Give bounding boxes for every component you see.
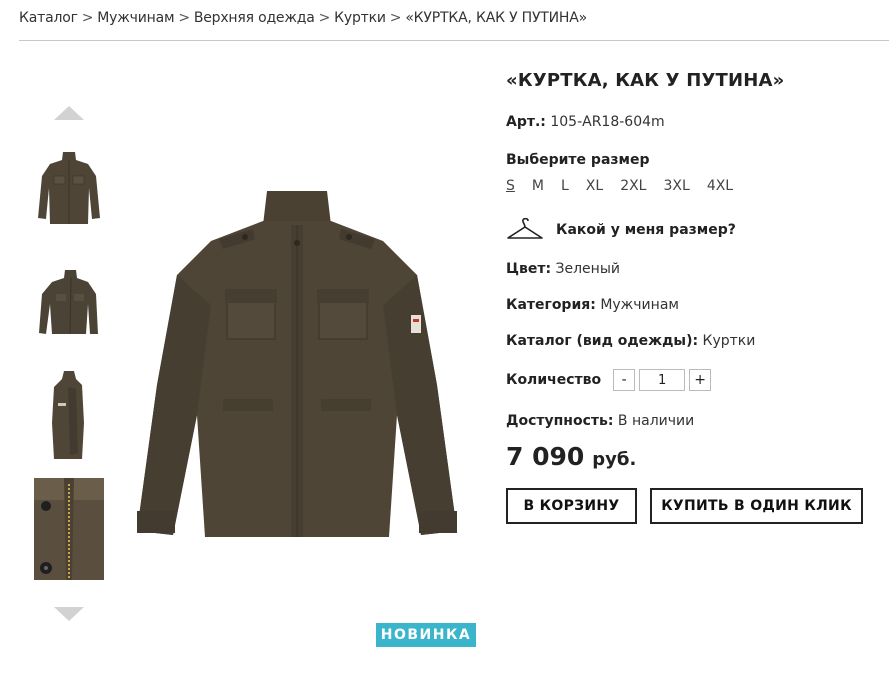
quantity-minus-button[interactable]: - [613, 369, 636, 391]
price-value: 7 090 [506, 442, 585, 471]
article-value: 105-AR18-604m [550, 114, 665, 130]
article-row: Арт.: 105-AR18-604m [506, 114, 665, 130]
buy-one-click-button[interactable]: КУПИТЬ В ОДИН КЛИК [650, 488, 863, 524]
thumbnail-angle[interactable] [34, 250, 104, 350]
breadcrumb-men[interactable]: Мужчинам [97, 10, 174, 26]
availability-row: Доступность: В наличии [506, 413, 694, 429]
hanger-icon [507, 218, 543, 239]
breadcrumb-separator: > [178, 10, 190, 26]
size-option-l[interactable]: L [561, 178, 569, 194]
catalog-value: Куртки [702, 333, 756, 349]
quantity-plus-button[interactable]: + [689, 369, 712, 391]
breadcrumb-current: «КУРТКА, КАК У ПУТИНА» [405, 10, 588, 26]
jacket-side-thumbnail [52, 371, 84, 459]
breadcrumb-separator: > [81, 10, 94, 26]
breadcrumb-catalog[interactable]: Каталог [19, 10, 78, 26]
size-title-text: Выберите размер [506, 152, 650, 168]
thumbnail-side[interactable] [34, 363, 104, 463]
availability-label: Доступность: [506, 413, 614, 429]
new-badge: НОВИНКА [376, 623, 476, 647]
catalog-label: Каталог (вид одежды): [506, 333, 699, 349]
quantity-label: Количество [506, 372, 602, 388]
availability-value: В наличии [617, 413, 695, 429]
jacket-front-thumbnail [38, 152, 100, 224]
thumbnails-down-arrow-icon[interactable] [54, 607, 84, 621]
jacket-detail-thumbnail [34, 478, 104, 580]
main-product-image[interactable] [122, 110, 472, 620]
category-value: Мужчинам [600, 297, 679, 313]
article-label: Арт.: [506, 114, 546, 130]
product-title: «КУРТКА, КАК У ПУТИНА» [506, 70, 785, 91]
size-option-3xl[interactable]: 3XL [664, 178, 690, 194]
category-row: Категория: Мужчинам [506, 297, 679, 313]
category-label: Категория: [506, 297, 596, 313]
breadcrumb: Каталог > Мужчинам > Верхняя одежда > Куртки > «… [19, 10, 587, 26]
breadcrumb-separator: > [318, 10, 331, 26]
breadcrumb-outerwear[interactable]: Верхняя одежда [194, 10, 315, 26]
size-selector: S M L XL 2XL 3XL 4XL [506, 178, 750, 194]
thumbnails-up-arrow-icon[interactable] [54, 106, 84, 120]
quantity-stepper: Количество - + [506, 369, 712, 391]
jacket-angle-thumbnail [39, 270, 98, 335]
price: 7 090 руб. [506, 442, 636, 471]
header-divider [19, 40, 889, 41]
size-option-m[interactable]: M [532, 178, 544, 194]
size-help-link[interactable]: Какой у меня размер? [506, 218, 736, 242]
breadcrumb-jackets[interactable]: Куртки [334, 10, 386, 26]
color-row: Цвет: Зеленый [506, 261, 620, 277]
size-option-4xl[interactable]: 4XL [707, 178, 733, 194]
size-option-2xl[interactable]: 2XL [620, 178, 646, 194]
quantity-input[interactable] [639, 369, 686, 391]
size-option-s[interactable]: S [506, 178, 515, 194]
jacket-main-illustration [137, 191, 457, 537]
add-to-cart-button[interactable]: В КОРЗИНУ [506, 488, 637, 524]
catalog-row: Каталог (вид одежды): Куртки [506, 333, 755, 349]
size-help-label: Какой у меня размер? [556, 222, 736, 238]
thumbnail-detail[interactable] [34, 478, 104, 580]
color-value: Зеленый [555, 261, 620, 277]
price-currency: руб. [592, 449, 637, 470]
thumbnail-front[interactable] [34, 138, 104, 238]
breadcrumb-separator: > [389, 10, 402, 26]
color-label: Цвет: [506, 261, 552, 277]
size-title: Выберите размер [506, 152, 649, 168]
size-option-xl[interactable]: XL [586, 178, 603, 194]
